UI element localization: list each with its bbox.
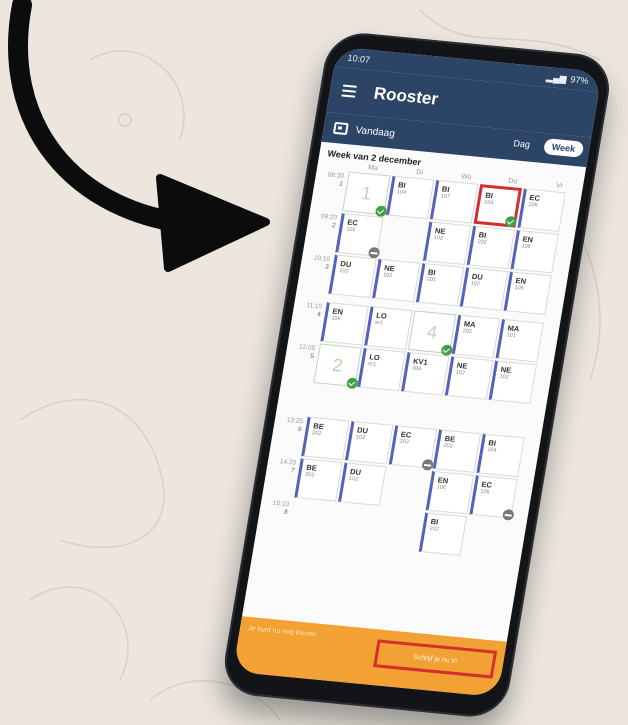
- menu-icon[interactable]: [341, 84, 358, 98]
- slot-label: 10:10 3: [313, 254, 331, 271]
- lesson-cell[interactable]: BI 202: [418, 512, 468, 556]
- lesson-cell[interactable]: BI 104: [476, 433, 525, 478]
- lesson-cell[interactable]: EC 106: [469, 475, 518, 521]
- lesson-cell[interactable]: MA 202: [451, 314, 501, 359]
- lesson-cell[interactable]: BI 202: [466, 225, 516, 270]
- lesson-cell[interactable]: BI 107: [429, 179, 479, 224]
- lesson-cell[interactable]: BE 202: [432, 429, 481, 473]
- slot-label: 13:25 6: [286, 416, 304, 434]
- curved-arrow-icon: [8, 0, 270, 272]
- lesson-cell[interactable]: EC 106: [517, 188, 566, 232]
- lesson-cell[interactable]: EN 106: [510, 229, 559, 274]
- lesson-cell[interactable]: LO er1: [364, 306, 413, 350]
- minus-icon: [501, 508, 515, 521]
- free-hour-cell[interactable]: 4: [407, 310, 457, 357]
- today-button[interactable]: Vandaag: [355, 124, 396, 139]
- signal-icon: ▂▄▆: [545, 71, 568, 84]
- slot-label: 11:15 4: [305, 302, 323, 319]
- free-hour-cell[interactable]: 1: [342, 171, 391, 218]
- enroll-button[interactable]: Schrijf je nu in: [373, 639, 498, 679]
- lesson-cell[interactable]: NE 102: [444, 356, 494, 400]
- highlighted-lesson-cell[interactable]: BI 104: [473, 184, 523, 228]
- lesson-cell[interactable]: DU 102: [459, 267, 509, 311]
- day-view-button[interactable]: Dag: [504, 134, 539, 153]
- lesson-cell[interactable]: EN 106: [503, 271, 552, 315]
- free-hour-cell[interactable]: 2: [313, 343, 362, 390]
- app-title: Rooster: [372, 83, 440, 109]
- lesson-cell[interactable]: EN 106: [320, 301, 369, 346]
- lesson-cell[interactable]: LO er1: [357, 347, 406, 392]
- lesson-cell[interactable]: EN 106: [425, 470, 475, 515]
- lesson-cell[interactable]: BI 201: [415, 262, 465, 307]
- lesson-cell[interactable]: MA 101: [495, 318, 544, 363]
- view-toggle: Dag Week: [504, 134, 585, 158]
- lesson-cell[interactable]: NE 102: [422, 221, 472, 265]
- lesson-cell[interactable]: BI 104: [385, 175, 435, 220]
- week-view-button[interactable]: Week: [542, 138, 585, 158]
- lesson-cell[interactable]: NE 102: [372, 258, 421, 303]
- slot-label: 09:20 2: [320, 213, 338, 230]
- status-icons: ▂▄▆ 97%: [546, 72, 590, 87]
- lesson-cell[interactable]: EC 202: [388, 425, 438, 471]
- lesson-cell[interactable]: DU 102: [338, 462, 387, 506]
- lesson-cell[interactable]: EC 106: [335, 212, 384, 259]
- calendar-icon[interactable]: [332, 121, 349, 136]
- battery-level: 97%: [569, 74, 590, 86]
- lesson-cell[interactable]: DU 102: [328, 254, 377, 299]
- lesson-cell[interactable]: BE 202: [294, 458, 343, 502]
- lesson-cell[interactable]: NE 102: [488, 360, 538, 404]
- slot-label: 14:20 7: [279, 458, 297, 475]
- slot-label: 12:05 5: [298, 343, 316, 360]
- status-time: 10:07: [346, 52, 371, 65]
- lesson-cell[interactable]: DU 102: [344, 420, 394, 465]
- check-icon: [504, 215, 518, 228]
- lesson-cell[interactable]: BE 202: [301, 416, 350, 461]
- lesson-cell[interactable]: KV1 306: [400, 351, 450, 396]
- slot-label: 08:30 1: [327, 171, 345, 188]
- slot-label: 15:10 8: [272, 499, 290, 517]
